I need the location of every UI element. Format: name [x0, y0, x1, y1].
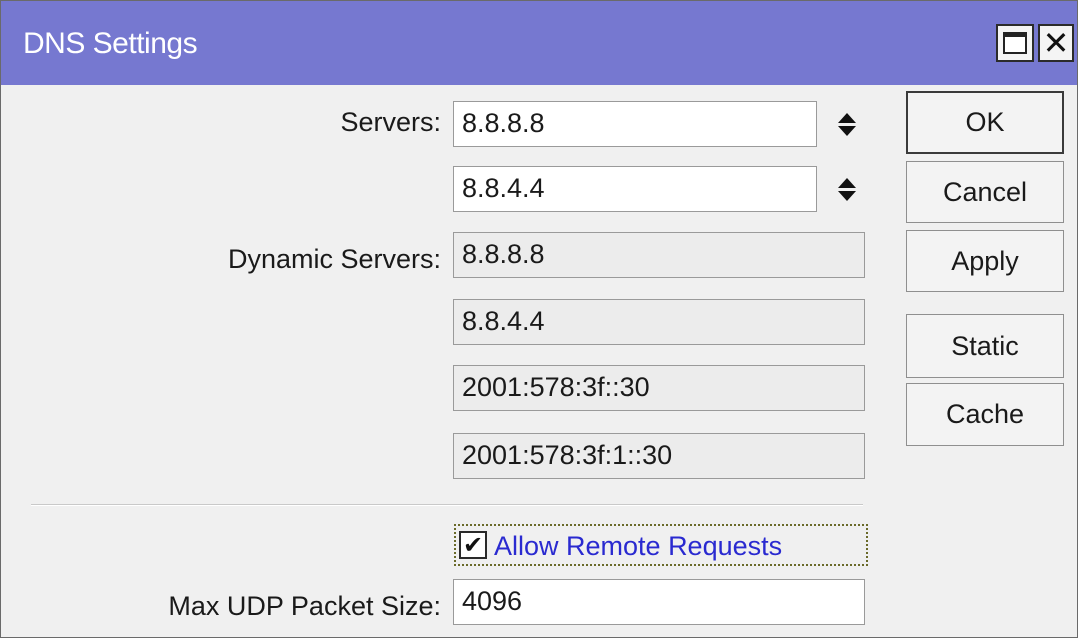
- maximize-icon: [1003, 32, 1027, 54]
- close-button[interactable]: ✕: [1038, 24, 1074, 62]
- cancel-button[interactable]: Cancel: [906, 161, 1064, 223]
- checkmark-icon: ✔: [462, 531, 484, 559]
- title-bar[interactable]: DNS Settings ✕: [1, 1, 1077, 85]
- checkbox-box[interactable]: ✔: [459, 531, 487, 559]
- dynamic-server-field-2: 8.8.4.4: [453, 299, 865, 345]
- server-field-1[interactable]: 8.8.8.8: [453, 101, 817, 147]
- section-divider: [31, 504, 863, 506]
- servers-label: Servers:: [340, 107, 441, 137]
- server-1-spinner-icon[interactable]: [837, 104, 857, 144]
- allow-remote-requests-checkbox[interactable]: ✔ Allow Remote Requests: [454, 524, 868, 566]
- dns-settings-window: DNS Settings ✕ Servers: 8.8.8.8 8.8.4.4 …: [0, 0, 1078, 638]
- close-icon: ✕: [1042, 24, 1070, 62]
- maximize-button[interactable]: [996, 24, 1034, 62]
- dynamic-server-field-4: 2001:578:3f:1::30: [453, 433, 865, 479]
- dynamic-server-field-3: 2001:578:3f::30: [453, 365, 865, 411]
- cache-button[interactable]: Cache: [906, 383, 1064, 446]
- dynamic-server-field-1: 8.8.8.8: [453, 232, 865, 278]
- ok-button[interactable]: OK: [906, 91, 1064, 154]
- dynamic-servers-label: Dynamic Servers:: [227, 244, 441, 274]
- server-2-spinner-icon[interactable]: [837, 169, 857, 209]
- apply-button[interactable]: Apply: [906, 230, 1064, 292]
- static-button[interactable]: Static: [906, 314, 1064, 378]
- max-udp-packet-size-label: Max UDP Packet Size:: [168, 591, 441, 621]
- max-udp-packet-size-field[interactable]: 4096: [453, 579, 865, 625]
- window-title: DNS Settings: [23, 27, 198, 60]
- server-field-2[interactable]: 8.8.4.4: [453, 166, 817, 212]
- allow-remote-requests-label[interactable]: Allow Remote Requests: [494, 531, 782, 562]
